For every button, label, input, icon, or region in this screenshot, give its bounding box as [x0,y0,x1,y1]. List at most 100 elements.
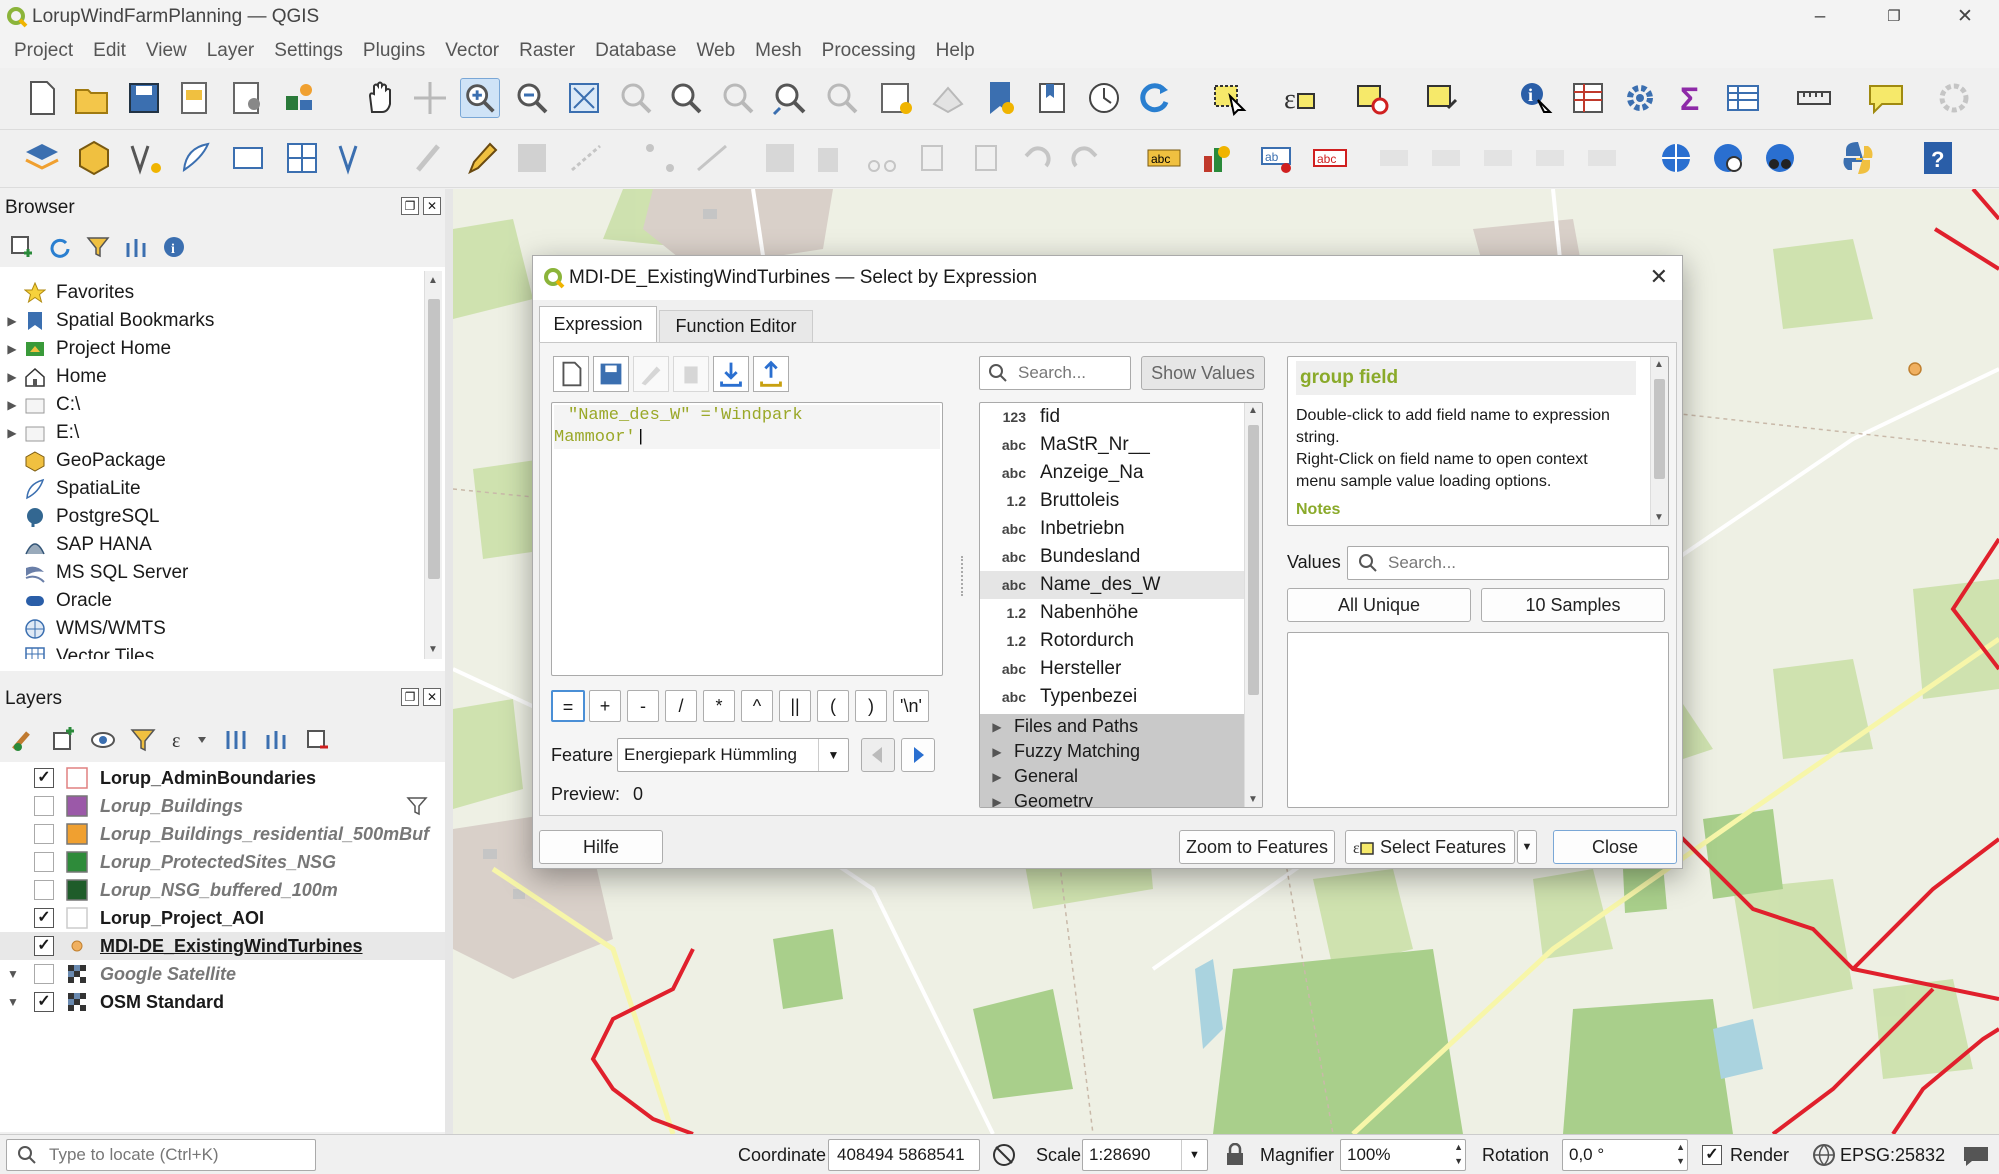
remove-layer-icon[interactable] [304,727,330,753]
scale-combo[interactable]: 1:28690 ▼ [1082,1139,1208,1171]
zoom-out-icon[interactable] [512,78,552,118]
toggle-extents-icon[interactable] [990,1141,1018,1169]
operator-button[interactable]: / [665,690,697,722]
select-features-button[interactable]: ε Select Features [1345,830,1515,864]
previous-feature-button[interactable] [861,738,895,772]
open-project-icon[interactable] [72,78,112,118]
browser-scrollbar[interactable]: ▲ ▼ [424,271,442,659]
browser-item[interactable]: PostgreSQL [0,503,424,531]
dialog-close-x[interactable]: ✕ [1650,264,1668,290]
operator-button[interactable]: = [551,690,585,722]
menu-mesh[interactable]: Mesh [745,40,811,62]
layer-row[interactable]: ✓ MDI-DE_ExistingWindTurbines [0,932,445,960]
field-item[interactable]: 1.2 Nabenhöhe [980,599,1244,627]
layer-row[interactable]: Lorup_Buildings [0,792,445,820]
expand-all-icon[interactable] [224,727,250,753]
open-field-calculator-icon[interactable] [1568,78,1608,118]
open-data-source-manager-icon[interactable] [22,138,62,178]
browser-item[interactable]: WMS/WMTS [0,615,424,643]
modify-attributes-icon[interactable] [760,138,800,178]
operator-button[interactable]: ) [855,690,887,722]
function-group[interactable]: ▶ Geometry [980,789,1244,807]
new-map-view-icon[interactable] [876,78,916,118]
paste-features-icon[interactable] [966,138,1006,178]
browser-item[interactable]: ▶ Home [0,363,424,391]
expand-arrow-icon[interactable]: ▶ [0,426,24,440]
maximize-button[interactable]: ❐ [1864,2,1924,32]
expand-arrow-icon[interactable]: ▶ [0,314,24,328]
layer-visibility-checkbox[interactable]: ✓ [34,908,54,928]
close-panel-button[interactable]: ✕ [423,197,441,215]
layer-labeling-icon[interactable]: abc [1144,138,1184,178]
menu-web[interactable]: Web [686,40,745,62]
label-tool-4-icon[interactable] [1530,138,1570,178]
layer-row[interactable]: ▼ Google Satellite [0,960,445,988]
show-bookmarks-icon[interactable] [1032,78,1072,118]
splitter[interactable] [445,189,453,1134]
crs-label[interactable]: EPSG:25832 [1840,1145,1945,1166]
crs-globe-icon[interactable] [1812,1143,1836,1167]
spin-arrows-icon[interactable]: ▲ ▼ [1676,1140,1685,1168]
all-unique-button[interactable]: All Unique [1287,588,1471,622]
web-search-icon[interactable] [1708,138,1748,178]
field-item[interactable]: abc Hersteller [980,655,1244,683]
save-expression-icon[interactable] [593,356,629,392]
settings-icon[interactable] [1620,78,1660,118]
menu-database[interactable]: Database [585,40,686,62]
metasearch-icon[interactable] [1656,138,1696,178]
expand-arrow-icon[interactable]: ▶ [980,745,1014,759]
field-item[interactable]: 1.2 Rotordurch [980,627,1244,655]
manage-visibility-icon[interactable] [90,727,116,753]
add-group-icon[interactable] [50,727,76,753]
show-hide-labels-icon[interactable]: abc [1310,138,1350,178]
menu-project[interactable]: Project [4,40,83,62]
select-features-icon[interactable] [1210,78,1250,118]
layer-visibility-checkbox[interactable] [34,880,54,900]
values-list[interactable] [1287,632,1669,808]
style-manager-icon[interactable] [280,78,320,118]
magnifier-spinbox[interactable]: 100% ▲ ▼ [1340,1139,1466,1171]
layer-visibility-checkbox[interactable] [34,796,54,816]
next-feature-button[interactable] [901,738,935,772]
layer-visibility-checkbox[interactable]: ✓ [34,936,54,956]
new-spatialite-layer-icon[interactable] [176,138,216,178]
layer-row[interactable]: ▼ ✓ OSM Standard [0,988,445,1016]
pan-map-icon[interactable] [360,78,400,118]
new-print-layout-icon[interactable] [176,78,216,118]
current-edits-icon[interactable] [410,138,450,178]
menu-vector[interactable]: Vector [435,40,509,62]
redo-icon[interactable] [1066,138,1106,178]
collapse-all-layers-icon[interactable] [264,727,290,753]
vertex-tool-icon[interactable] [640,138,680,178]
expand-arrow-icon[interactable]: ▶ [0,398,24,412]
operator-button[interactable]: - [627,690,659,722]
browser-item[interactable]: ▶ Project Home [0,335,424,363]
toggle-editing-icon[interactable] [462,138,502,178]
save-edits-icon[interactable] [512,138,552,178]
operator-button[interactable]: ( [817,690,849,722]
export-expressions-icon[interactable] [753,356,789,392]
function-list[interactable]: 123 fid abc MaStR_Nr__ abc Anzeige_Na 1.2 Brutt… [979,402,1263,808]
zoom-full-icon[interactable] [564,78,604,118]
close-dialog-button[interactable]: Close [1553,830,1677,864]
layer-visibility-checkbox[interactable] [34,852,54,872]
layout-manager-icon[interactable] [228,78,268,118]
menu-processing[interactable]: Processing [812,40,926,62]
layer-visibility-checkbox[interactable] [34,964,54,984]
locator-input[interactable]: Type to locate (Ctrl+K) [6,1139,316,1171]
measure-line-icon[interactable] [1794,78,1834,118]
browser-item[interactable]: Oracle [0,587,424,615]
field-item[interactable]: abc MaStR_Nr__ [980,431,1244,459]
layer-row[interactable]: ✓ Lorup_Project_AOI [0,904,445,932]
python-console-icon[interactable] [1838,138,1878,178]
identify-features-icon[interactable]: i [1516,78,1556,118]
spin-arrows-icon[interactable]: ▲ ▼ [1454,1140,1463,1168]
coordinate-field[interactable]: 408494 5868541 [828,1139,980,1171]
new-temporary-layer-icon[interactable] [228,138,268,178]
chevron-down-icon[interactable]: ▼ [818,739,848,771]
menu-view[interactable]: View [136,40,197,62]
operator-button[interactable]: ^ [741,690,773,722]
browser-item[interactable]: SpatiaLite [0,475,424,503]
locator-settings-icon[interactable] [1934,78,1974,118]
delete-selected-icon[interactable] [808,138,848,178]
